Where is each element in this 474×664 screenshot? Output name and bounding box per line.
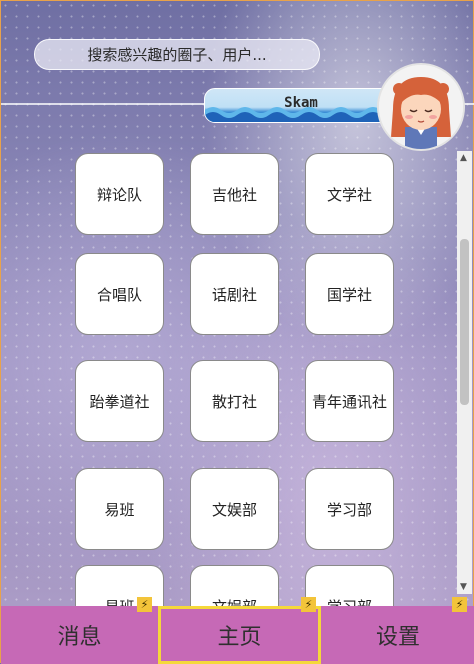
avatar[interactable] [377, 63, 465, 151]
club-tile[interactable]: 学习部 [305, 565, 394, 606]
club-tile[interactable]: 跆拳道社 [75, 360, 164, 442]
club-tile[interactable]: 国学社 [305, 253, 394, 335]
girl-avatar-icon [379, 65, 463, 149]
lightning-icon: ⚡ [137, 597, 152, 612]
lightning-icon: ⚡ [452, 597, 467, 612]
club-grid: 辩论队 吉他社 文学社 合唱队 话剧社 国学社 跆拳道社 散打社 青年通讯社 易… [1, 151, 457, 606]
bottom-nav: 消息 主页 设置 [1, 606, 474, 664]
club-tile[interactable]: 话剧社 [190, 253, 279, 335]
nav-messages-button[interactable]: 消息 [1, 606, 158, 664]
club-tile[interactable]: 易班 [75, 468, 164, 550]
club-tile[interactable]: 散打社 [190, 360, 279, 442]
club-tile[interactable]: 合唱队 [75, 253, 164, 335]
scrollbar-thumb[interactable] [460, 239, 469, 405]
user-banner[interactable]: Skam [204, 88, 396, 123]
nav-settings-label: 设置 [375, 625, 420, 650]
club-tile[interactable]: 文娱部 [190, 565, 279, 606]
club-tile[interactable]: 学习部 [305, 468, 394, 550]
club-tile[interactable]: 青年通讯社 [305, 360, 394, 442]
club-tile[interactable]: 吉他社 [190, 153, 279, 235]
scrollbar[interactable]: ▲ ▼ [457, 151, 472, 594]
nav-home-label: 主页 [217, 625, 262, 650]
search-input[interactable]: 搜索感兴趣的圈子、用户... [34, 39, 320, 70]
nav-messages-label: 消息 [57, 625, 102, 650]
nav-settings-button[interactable]: 设置 [321, 606, 474, 664]
club-tile[interactable]: 文学社 [305, 153, 394, 235]
scroll-down-icon[interactable]: ▼ [460, 582, 467, 592]
nav-home-button[interactable]: 主页 [158, 606, 321, 664]
lightning-icon: ⚡ [301, 597, 316, 612]
club-tile[interactable]: 辩论队 [75, 153, 164, 235]
club-tile[interactable]: 文娱部 [190, 468, 279, 550]
banner-username: Skam [284, 95, 318, 111]
scroll-up-icon[interactable]: ▲ [460, 153, 467, 163]
